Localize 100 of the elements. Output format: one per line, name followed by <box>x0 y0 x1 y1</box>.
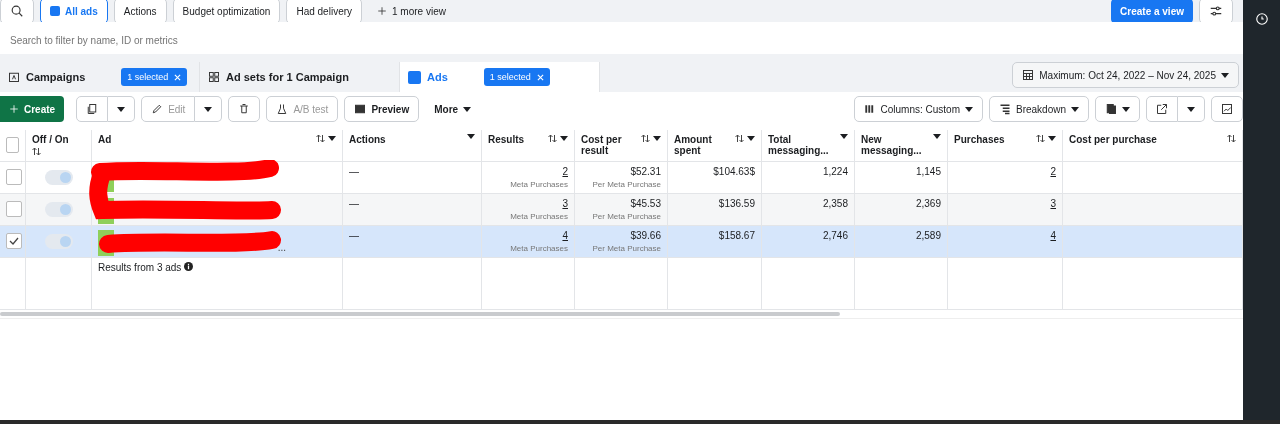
preview-button[interactable]: Preview <box>344 96 420 122</box>
row-checkbox[interactable] <box>6 233 22 249</box>
pencil-icon <box>151 103 164 115</box>
more-views-button[interactable]: 1 more view <box>368 0 455 22</box>
breakdown-icon <box>998 103 1011 115</box>
caret-icon <box>840 134 848 139</box>
view-tab[interactable]: Budget optimization <box>172 0 281 22</box>
caret-icon <box>1122 106 1130 112</box>
table-cell: 2,589 <box>915 230 941 241</box>
toggle-switch[interactable] <box>44 202 73 217</box>
caret-icon <box>1187 106 1195 112</box>
dropdown-button[interactable] <box>108 96 136 122</box>
column-title: Cost per result <box>581 134 623 156</box>
table-cell: 2,369 <box>915 198 941 209</box>
column-header[interactable]: Results <box>482 130 575 162</box>
purchases-link[interactable]: 2 <box>1050 166 1056 177</box>
tab-label: Ad sets for 1 Campaign <box>226 71 349 83</box>
breakdown-button[interactable]: Breakdown <box>988 96 1089 122</box>
table-cell: $104.63$ <box>713 166 755 177</box>
level-tab[interactable]: Ads 1 selected <box>400 62 600 92</box>
chart-button[interactable] <box>1211 96 1243 122</box>
flask-icon <box>276 103 289 115</box>
view-tab[interactable]: Had delivery <box>286 0 363 22</box>
sort-icon <box>32 147 41 156</box>
search-button[interactable] <box>0 0 34 22</box>
sort-icon <box>548 134 557 143</box>
toggle-switch[interactable] <box>44 170 73 185</box>
column-header[interactable]: Actions <box>343 130 482 162</box>
column-title: Cost per purchase <box>1069 134 1157 145</box>
dropdown-button[interactable] <box>195 96 223 122</box>
create-view-button[interactable]: Create a view <box>1111 0 1193 22</box>
results-link[interactable]: 4 <box>562 230 568 241</box>
select-all-checkbox[interactable] <box>6 137 19 153</box>
column-title: Purchases <box>954 134 1005 145</box>
selection-chip[interactable]: 1 selected <box>121 68 188 86</box>
column-header[interactable]: Total messaging... <box>762 130 855 162</box>
export-button[interactable] <box>1146 96 1178 122</box>
table-cell: $52.31 <box>630 166 661 177</box>
view-tab[interactable]: All ads <box>40 0 108 22</box>
view-tab[interactable]: Actions <box>113 0 167 22</box>
close-icon <box>174 73 182 81</box>
scrollbar[interactable] <box>0 312 840 316</box>
caret-icon <box>560 136 568 141</box>
date-range-button[interactable]: Maximum: Oct 24, 2022 – Nov 24, 2025 <box>1012 62 1239 88</box>
cell-caption: Per Meta Purchase <box>592 212 661 221</box>
toggle-switch[interactable] <box>44 234 73 249</box>
columns-button[interactable]: Columns: Custom <box>853 96 983 122</box>
column-header[interactable]: Off / On <box>26 130 92 162</box>
dropdown-button[interactable] <box>1178 96 1205 122</box>
cell-caption: Meta Purchases <box>510 244 568 253</box>
column-title: New messaging... <box>861 134 923 156</box>
copy-icon <box>86 103 99 115</box>
caret-icon <box>1221 72 1229 78</box>
plus-icon <box>9 104 19 114</box>
cell-caption: Per Meta Purchase <box>592 244 661 253</box>
row-checkbox[interactable] <box>6 169 22 185</box>
trash-icon <box>238 103 251 115</box>
table-icon <box>50 6 60 16</box>
folder-icon <box>8 71 20 83</box>
column-header[interactable]: New messaging... <box>855 130 948 162</box>
close-icon <box>536 73 544 81</box>
reports-icon <box>1105 103 1117 115</box>
delete-button[interactable] <box>228 96 261 122</box>
column-header[interactable]: Cost per result <box>575 130 668 162</box>
caret-icon <box>204 106 213 112</box>
purchases-link[interactable]: 3 <box>1050 198 1056 209</box>
caret-icon <box>328 136 336 141</box>
column-header[interactable]: Ad <box>92 130 343 162</box>
column-header[interactable]: Purchases <box>948 130 1063 162</box>
table-cell: $45.53 <box>630 198 661 209</box>
caret-icon <box>747 136 755 141</box>
table-cell: $39.66 <box>630 230 661 241</box>
table-row[interactable]: — 3 Meta Purchases $45.53 Per Meta Purchase $136.59 2,358 2,369 3 <box>0 194 1243 226</box>
results-link[interactable]: 2 <box>562 166 568 177</box>
sort-icon <box>316 134 325 143</box>
create-button[interactable]: Create <box>0 96 65 122</box>
reports-button[interactable] <box>1095 96 1140 122</box>
column-header[interactable]: Amount spent <box>668 130 762 162</box>
row-checkbox[interactable] <box>6 201 22 217</box>
check-icon <box>9 237 19 245</box>
cell-caption: Meta Purchases <box>510 180 568 189</box>
tab-label: Campaigns <box>26 71 86 83</box>
sort-icon <box>1036 134 1045 143</box>
chip-label: 1 selected <box>489 72 531 82</box>
ad-name: ... <box>277 242 286 253</box>
table-cell: 1,145 <box>915 166 941 177</box>
selection-chip[interactable]: 1 selected <box>483 68 550 86</box>
column-title: Amount spent <box>674 134 713 156</box>
chart-icon <box>1221 103 1233 115</box>
settings-button[interactable] <box>1199 0 1233 22</box>
image-icon <box>354 103 367 115</box>
results-link[interactable]: 3 <box>562 198 568 209</box>
column-title: Actions <box>349 134 386 145</box>
duplicate-button[interactable] <box>76 96 109 122</box>
ad-icon <box>408 70 421 84</box>
purchases-link[interactable]: 4 <box>1050 230 1056 241</box>
more-button[interactable]: More <box>425 96 481 122</box>
table-row[interactable]: ... — 4 Meta Purchases $39.66 Per Meta Purchase $158.67 2,746 2,589 4 <box>0 226 1243 258</box>
column-title: Ad <box>98 134 112 145</box>
caret-icon <box>117 106 126 112</box>
